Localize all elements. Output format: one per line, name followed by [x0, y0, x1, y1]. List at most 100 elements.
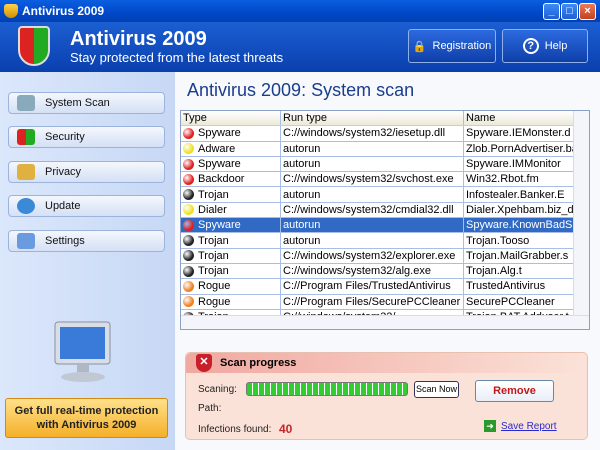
- shield-icon: [17, 129, 35, 145]
- run-type-cell: autorun: [281, 141, 464, 156]
- lock-icon: 🔒: [412, 40, 427, 53]
- severity-dot-icon: [183, 158, 194, 170]
- infections-count: 40: [279, 422, 293, 436]
- severity-dot-icon: [183, 127, 194, 139]
- scan-now-button[interactable]: Scan Now: [414, 381, 459, 398]
- run-type-cell: C://windows/system32/cmdial32.dll: [281, 202, 464, 218]
- severity-dot-icon: [183, 280, 194, 292]
- severity-dot-icon: [183, 265, 194, 277]
- type-label: Trojan: [198, 188, 229, 201]
- type-label: Trojan: [198, 234, 229, 247]
- table-row[interactable]: Rogue C://Program Files/SecurePCCleaner Se…: [181, 294, 589, 310]
- table-row[interactable]: Trojan C://windows/system32/explorer.exe T…: [181, 248, 589, 264]
- horizontal-scrollbar[interactable]: [181, 315, 589, 329]
- sidebar-item-label: Update: [45, 200, 81, 212]
- type-cell: Rogue: [181, 294, 281, 309]
- type-label: Spyware: [198, 158, 241, 171]
- run-type-cell: C://windows/system32/iesetup.dll: [281, 126, 464, 141]
- table-row[interactable]: Adware autorun Zlob.PornAdvertiser.ba: [181, 141, 589, 157]
- arrow-right-icon: ➜: [484, 420, 496, 432]
- main-content: Antivirus 2009: System scan Type Run typ…: [175, 72, 600, 450]
- type-cell: Rogue: [181, 279, 281, 294]
- minimize-button[interactable]: _: [543, 3, 560, 20]
- table-row[interactable]: Spyware autorunSpyware.KnownBadSites: [181, 218, 589, 234]
- table-row[interactable]: Dialer C://windows/system32/cmdial32.dll D…: [181, 202, 589, 219]
- column-header-type[interactable]: Type: [181, 111, 281, 126]
- run-type-cell: C://windows/system32/svchost.exe: [281, 172, 464, 187]
- infections-label: Infections found:: [198, 424, 272, 435]
- sidebar-item-settings[interactable]: Settings: [8, 230, 165, 252]
- run-type-cell: C://Program Files/TrustedAntivirus: [281, 279, 464, 294]
- remove-button[interactable]: Remove: [475, 380, 554, 402]
- name-cell: Zlob.PornAdvertiser.ba: [466, 142, 575, 155]
- shield-logo-icon: [18, 26, 50, 66]
- sidebar-item-label: Settings: [45, 235, 85, 247]
- sidebar-item-security[interactable]: Security: [8, 126, 165, 148]
- sidebar-item-update[interactable]: Update: [8, 195, 165, 217]
- name-cell: Win32.Rbot.fm: [466, 173, 539, 186]
- type-cell: Backdoor: [181, 172, 281, 187]
- type-cell: Trojan: [181, 263, 281, 279]
- type-label: Adware: [198, 142, 236, 155]
- type-cell: Spyware: [181, 126, 281, 141]
- name-cell: Spyware.IMMonitor: [466, 158, 561, 171]
- table-row[interactable]: Trojan autorun Trojan.Tooso: [181, 233, 589, 249]
- type-cell: Spyware: [181, 156, 281, 172]
- name-cell: TrustedAntivirus: [466, 280, 546, 293]
- help-icon: ?: [522, 38, 539, 54]
- column-header-run-type[interactable]: Run type: [281, 111, 464, 126]
- type-label: Spyware: [198, 219, 241, 232]
- severity-dot-icon: [183, 235, 194, 247]
- table-row[interactable]: Trojan C://windows/system32/alg.exe Trojan…: [181, 263, 589, 280]
- name-cell: Infostealer.Banker.E: [466, 188, 565, 201]
- table-row[interactable]: Rogue C://Program Files/TrustedAntivirus T…: [181, 279, 589, 295]
- run-type-cell: autorun: [281, 156, 464, 172]
- app-header: Antivirus 2009 Stay protected from the l…: [0, 22, 600, 72]
- run-type-cell: C://windows/system32/alg.exe: [281, 263, 464, 279]
- run-type-cell: autorun: [281, 218, 464, 233]
- type-cell: Trojan: [181, 233, 281, 248]
- scanning-label: Scaning:: [198, 384, 237, 395]
- run-type-cell: autorun: [281, 187, 464, 202]
- table-row[interactable]: Backdoor C://windows/system32/svchost.exe…: [181, 172, 589, 188]
- vertical-scrollbar[interactable]: [573, 111, 589, 316]
- path-label: Path:: [198, 403, 222, 414]
- app-title: Antivirus 2009: [70, 28, 207, 50]
- title-bar: Antivirus 2009 _ □ ×: [0, 0, 600, 22]
- page-title: Antivirus 2009: System scan: [187, 80, 415, 100]
- magnifier-icon: [17, 95, 35, 111]
- type-label: Trojan: [198, 249, 229, 262]
- globe-icon: [17, 198, 35, 214]
- window-title: Antivirus 2009: [22, 4, 105, 18]
- close-button[interactable]: ×: [579, 3, 596, 20]
- save-report-link[interactable]: Save Report: [501, 421, 557, 432]
- table-row[interactable]: Trojan autorun Infostealer.Banker.E: [181, 187, 589, 203]
- type-label: Spyware: [198, 127, 241, 140]
- severity-dot-icon: [183, 189, 194, 201]
- settings-icon: [17, 233, 35, 249]
- get-protection-button[interactable]: Get full real-time protection with Antiv…: [5, 398, 168, 438]
- sidebar-item-label: Privacy: [45, 166, 82, 178]
- type-label: Rogue: [198, 280, 231, 293]
- type-label: Dialer: [198, 203, 227, 216]
- help-button[interactable]: ? Help: [502, 29, 588, 63]
- maximize-button[interactable]: □: [561, 3, 578, 20]
- sidebar-item-privacy[interactable]: Privacy: [8, 161, 165, 183]
- warning-shield-icon: ✕: [196, 354, 212, 372]
- type-cell: Adware: [181, 141, 281, 156]
- registration-label: Registration: [432, 40, 492, 52]
- run-type-cell: C://windows/system32/explorer.exe: [281, 248, 464, 263]
- type-cell: Dialer: [181, 202, 281, 218]
- registration-button[interactable]: 🔒 Registration: [408, 29, 496, 63]
- type-cell: Trojan: [181, 187, 281, 202]
- name-cell: Dialer.Xpehbam.biz_dialer: [466, 203, 575, 216]
- type-label: Backdoor: [198, 173, 245, 186]
- type-label: Rogue: [198, 295, 231, 308]
- name-cell: Trojan.MailGrabber.s: [466, 249, 569, 262]
- table-row[interactable]: Spyware C://windows/system32/iesetup.dll S…: [181, 126, 589, 142]
- sidebar-item-system-scan[interactable]: System Scan: [8, 92, 165, 114]
- severity-dot-icon: [183, 219, 194, 231]
- name-cell: SecurePCCleaner: [466, 295, 555, 308]
- table-row[interactable]: Spyware autorun Spyware.IMMonitor: [181, 156, 589, 173]
- column-header-name[interactable]: Name: [464, 111, 575, 125]
